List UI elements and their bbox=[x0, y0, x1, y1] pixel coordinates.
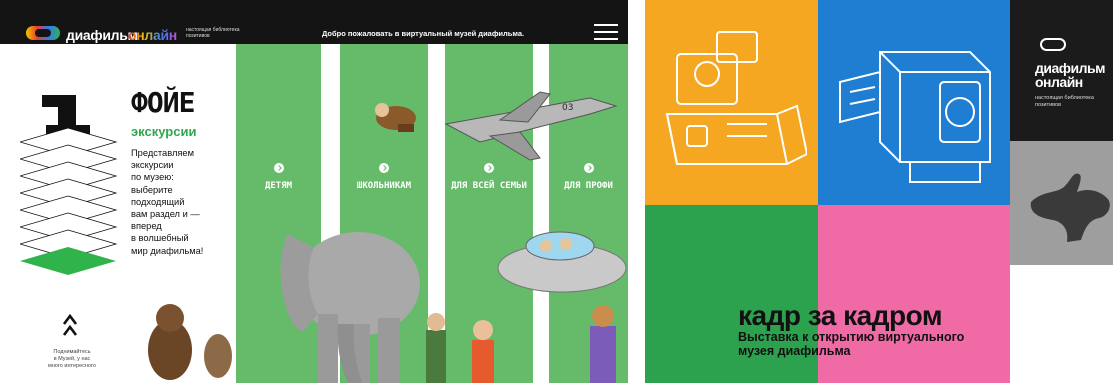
up-text-line: в Музей, у нас bbox=[53, 356, 91, 362]
exhibition-title: кадр за кадром bbox=[738, 300, 943, 331]
logo-tagline: настоящая библиотека позитивов bbox=[1035, 95, 1094, 108]
rocket-car-illustration bbox=[497, 231, 627, 293]
logo-online: онлайн bbox=[1035, 74, 1083, 90]
intro-line: мир диафильма! bbox=[131, 245, 204, 256]
jet-plane-illustration: 03 bbox=[444, 91, 618, 161]
top-bar: диафильм онлайн настоящая библиотека поз… bbox=[0, 0, 628, 44]
section-subtitle: экскурсии bbox=[131, 124, 197, 139]
film-reel-logo-icon bbox=[1040, 38, 1066, 51]
intro-line: выберите bbox=[131, 184, 173, 195]
intro-text: Представляем экскурсии по музею: выберит… bbox=[131, 147, 231, 257]
intro-line: экскурсии bbox=[131, 160, 174, 171]
logo-tagline: настоящая библиотека позитивов bbox=[186, 27, 240, 39]
arrow-right-icon bbox=[273, 163, 284, 173]
falling-man-illustration bbox=[375, 103, 416, 132]
exhibition-banner[interactable]: диафильм онлайн настоящая библиотека поз… bbox=[645, 0, 1113, 383]
up-text-line: много интересного bbox=[48, 363, 96, 369]
stripe-label: ДЛЯ ПРОФИ bbox=[564, 181, 613, 191]
projector-icon bbox=[665, 31, 807, 165]
characters-illustration bbox=[426, 305, 616, 383]
bear-illustration bbox=[148, 304, 232, 380]
up-text-line: Поднимайтесь bbox=[53, 349, 91, 355]
stripe-label: ШКОЛЬНИКАМ bbox=[356, 181, 412, 191]
elephant-illustration bbox=[280, 232, 420, 383]
museum-lobby-panel: диафильм онлайн настоящая библиотека поз… bbox=[0, 0, 628, 383]
stripe-label: ДЛЯ ВСЕЙ СЕМЬИ bbox=[451, 181, 527, 191]
logo-online[interactable]: онлайн bbox=[128, 27, 177, 43]
chevron-up-icon[interactable] bbox=[62, 314, 78, 338]
arrow-right-icon bbox=[484, 163, 494, 173]
page-title: ФОЙЕ bbox=[131, 86, 195, 119]
logo-word[interactable]: диафильм bbox=[66, 27, 138, 43]
welcome-text: Добро пожаловать в виртуальный музей диа… bbox=[322, 29, 525, 38]
floor-stack-icon[interactable] bbox=[20, 128, 124, 276]
arrow-right-icon bbox=[379, 163, 389, 173]
intro-line: по музею: bbox=[131, 172, 174, 183]
hamburger-menu-icon[interactable] bbox=[594, 24, 618, 40]
intro-line: подходящий bbox=[131, 196, 185, 207]
jet-number: 03 bbox=[562, 103, 573, 113]
slide-projector-icon bbox=[839, 51, 991, 183]
stripe-label: ДЕТЯМ bbox=[264, 181, 293, 191]
go-upstairs-text: Поднимайтесь в Музей, у нас много интере… bbox=[44, 349, 100, 370]
intro-line: вам раздел и — bbox=[131, 209, 200, 220]
white-block bbox=[1010, 265, 1113, 383]
film-reel-logo-icon[interactable] bbox=[26, 26, 60, 40]
hand-shadow-icon bbox=[1030, 173, 1110, 242]
intro-line: вперед bbox=[131, 221, 162, 232]
arrow-right-icon bbox=[583, 163, 594, 173]
exhibition-subtitle: Выставка к открытию виртуального музея д… bbox=[738, 330, 965, 358]
intro-line: Представляем bbox=[131, 148, 194, 158]
intro-line: в волшебный bbox=[131, 233, 189, 244]
